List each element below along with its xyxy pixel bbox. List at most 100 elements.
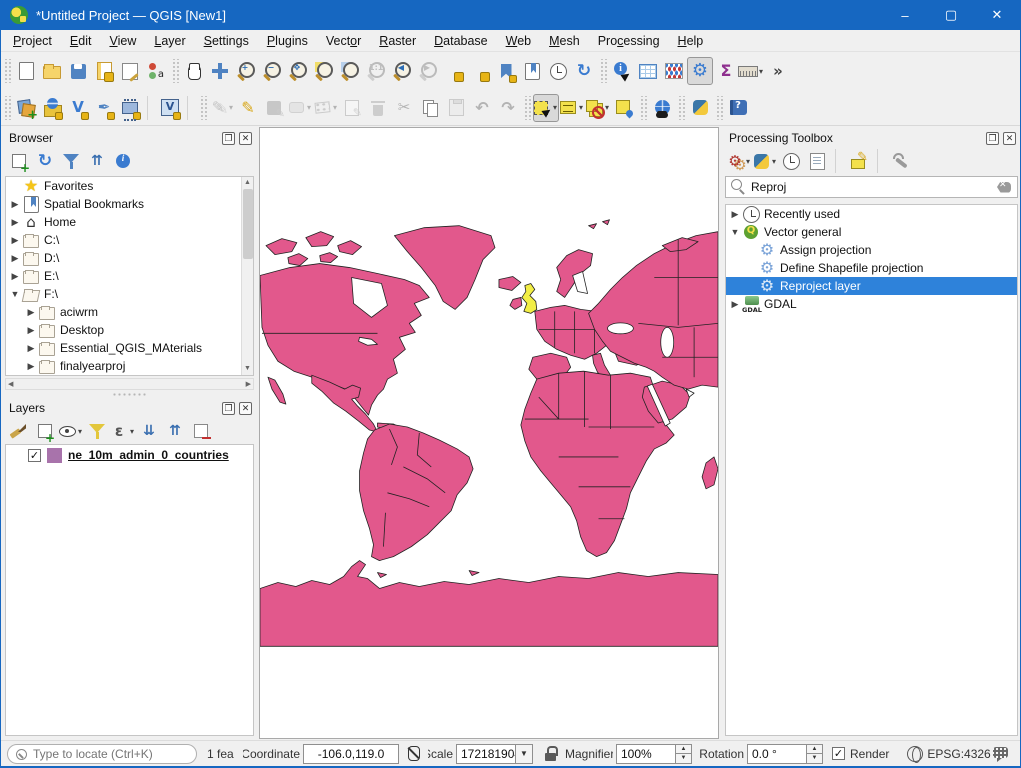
zoom-out-button[interactable]: − xyxy=(259,57,285,85)
toolbar-extension-button[interactable]: » xyxy=(765,57,791,85)
show-statistics-button[interactable]: Σ xyxy=(713,57,739,85)
browser-hscrollbar[interactable]: ◀▶ xyxy=(5,378,254,390)
select-by-value-button[interactable] xyxy=(611,94,637,122)
filter-browser-button[interactable] xyxy=(59,149,83,173)
zoom-to-layer-button[interactable] xyxy=(337,57,363,85)
menu-item-view[interactable]: View xyxy=(100,32,145,50)
select-features-button[interactable]: ▾ xyxy=(533,94,559,122)
spin-down-icon[interactable]: ▼ xyxy=(676,754,691,763)
show-spatial-bookmarks-button[interactable] xyxy=(519,57,545,85)
render-checkbox[interactable]: ✓ xyxy=(832,747,845,760)
rotation-spinbox[interactable]: 0.0 ° ▲▼ xyxy=(747,744,823,764)
tree-item-e[interactable]: ▶E:\ xyxy=(6,267,241,285)
zoom-last-button[interactable]: ◀ xyxy=(389,57,415,85)
tree-item-aciwrm[interactable]: ▶aciwrm xyxy=(6,303,241,321)
menu-item-plugins[interactable]: Plugins xyxy=(258,32,317,50)
tree-item-define-shapefile-projection[interactable]: ⚙Define Shapefile projection xyxy=(726,259,1017,277)
spin-up-icon[interactable]: ▲ xyxy=(807,745,822,755)
tree-item-finalyearproj[interactable]: ▶finalyearproj xyxy=(6,357,241,375)
maximize-button[interactable]: ▢ xyxy=(928,0,974,30)
expander-icon[interactable]: ▶ xyxy=(24,307,38,318)
tree-item-gdal[interactable]: ▶GDALGDAL xyxy=(726,295,1017,313)
refresh-map-button[interactable]: ↻ xyxy=(571,57,597,85)
temporal-controller-button[interactable] xyxy=(545,57,571,85)
zoom-to-selection-button[interactable] xyxy=(311,57,337,85)
save-project-button[interactable] xyxy=(65,57,91,85)
processing-toolbox-button[interactable]: ⚙ xyxy=(687,57,713,85)
deselect-all-button[interactable]: ▾ xyxy=(585,94,611,122)
lock-scale-icon[interactable] xyxy=(541,744,561,764)
expander-icon[interactable]: ▶ xyxy=(728,299,742,310)
new-virtual-layer-button[interactable]: V xyxy=(157,94,183,122)
expander-icon[interactable]: ▶ xyxy=(8,217,22,228)
open-layer-styling-button[interactable] xyxy=(7,419,31,443)
menu-item-raster[interactable]: Raster xyxy=(370,32,425,50)
chevron-down-icon[interactable]: ▼ xyxy=(515,745,532,763)
new-shapefile-layer-button[interactable]: V xyxy=(65,94,91,122)
python-scripts-button[interactable]: ▾ xyxy=(753,149,777,173)
identify-features-button[interactable]: i xyxy=(609,57,635,85)
layer-item[interactable]: ✓ ne_10m_admin_0_countries xyxy=(6,445,253,465)
menu-item-edit[interactable]: Edit xyxy=(61,32,101,50)
expander-icon[interactable]: ▶ xyxy=(728,209,742,220)
menu-item-mesh[interactable]: Mesh xyxy=(540,32,589,50)
expander-icon[interactable]: ▼ xyxy=(728,227,742,237)
close-panel-icon[interactable]: ✕ xyxy=(239,132,252,145)
toggle-editing-button[interactable]: ✎ xyxy=(235,94,261,122)
new-3d-map-view-button[interactable] xyxy=(467,57,493,85)
float-panel-icon[interactable]: ❐ xyxy=(222,132,235,145)
expander-icon[interactable]: ▼ xyxy=(8,289,22,299)
add-vector-layer-button[interactable] xyxy=(39,94,65,122)
remove-layer-button[interactable] xyxy=(189,419,213,443)
magnifier-spinbox[interactable]: 100% ▲▼ xyxy=(616,744,692,764)
options-button[interactable] xyxy=(889,149,913,173)
tree-item-essential-qgis-materials[interactable]: ▶Essential_QGIS_MAterials xyxy=(6,339,241,357)
tree-item-spatial-bookmarks[interactable]: ▶Spatial Bookmarks xyxy=(6,195,241,213)
menu-item-processing[interactable]: Processing xyxy=(589,32,669,50)
clear-search-icon[interactable]: ✕ xyxy=(994,177,1014,197)
tree-item-desktop[interactable]: ▶Desktop xyxy=(6,321,241,339)
models-button[interactable]: ⚙▾ xyxy=(727,149,751,173)
collapse-all-button[interactable]: ⇈ xyxy=(163,419,187,443)
close-panel-icon[interactable]: ✕ xyxy=(239,402,252,415)
collapse-all-button[interactable]: ⇈ xyxy=(85,149,109,173)
tree-item-c[interactable]: ▶C:\ xyxy=(6,231,241,249)
new-print-layout-button[interactable] xyxy=(91,57,117,85)
results-viewer-button[interactable] xyxy=(805,149,829,173)
expander-icon[interactable]: ▶ xyxy=(8,199,22,210)
filter-legend-button[interactable] xyxy=(85,419,109,443)
menu-item-settings[interactable]: Settings xyxy=(195,32,258,50)
expander-icon[interactable]: ▶ xyxy=(8,235,22,246)
python-console-button[interactable] xyxy=(687,94,713,122)
spin-up-icon[interactable]: ▲ xyxy=(676,745,691,755)
pan-to-selection-button[interactable] xyxy=(207,57,233,85)
refresh-browser-button[interactable]: ↻ xyxy=(33,149,57,173)
tree-item-d[interactable]: ▶D:\ xyxy=(6,249,241,267)
tree-item-favorites[interactable]: ★Favorites xyxy=(6,177,241,195)
measure-button[interactable]: ▾ xyxy=(739,57,765,85)
add-selected-layers-button[interactable]: + xyxy=(7,149,31,173)
new-spatialite-layer-button[interactable] xyxy=(117,94,143,122)
expander-icon[interactable]: ▶ xyxy=(24,361,38,372)
toolbox-search-input[interactable] xyxy=(749,180,994,194)
layer-visibility-checkbox[interactable]: ✓ xyxy=(28,449,41,462)
new-spatial-bookmark-button[interactable] xyxy=(493,57,519,85)
menu-item-vector[interactable]: Vector xyxy=(317,32,370,50)
select-by-form-button[interactable]: ▾ xyxy=(559,94,585,122)
menu-item-project[interactable]: Project xyxy=(4,32,61,50)
manage-map-themes-button[interactable]: ▾ xyxy=(59,419,83,443)
tree-item-home[interactable]: ▶⌂Home xyxy=(6,213,241,231)
panel-splitter[interactable] xyxy=(112,392,146,397)
messages-icon[interactable] xyxy=(991,744,1011,764)
pan-map-button[interactable] xyxy=(181,57,207,85)
expander-icon[interactable]: ▶ xyxy=(8,271,22,282)
float-panel-icon[interactable]: ❐ xyxy=(986,132,999,145)
browser-vscrollbar[interactable]: ▲▼ xyxy=(241,177,253,375)
copy-features-button[interactable] xyxy=(417,94,443,122)
properties-button[interactable]: i xyxy=(111,149,135,173)
show-layout-manager-button[interactable] xyxy=(117,57,143,85)
history-button[interactable] xyxy=(779,149,803,173)
zoom-in-button[interactable]: + xyxy=(233,57,259,85)
crs-status[interactable]: EPSG:4326 xyxy=(927,747,990,761)
expander-icon[interactable]: ▶ xyxy=(24,343,38,354)
